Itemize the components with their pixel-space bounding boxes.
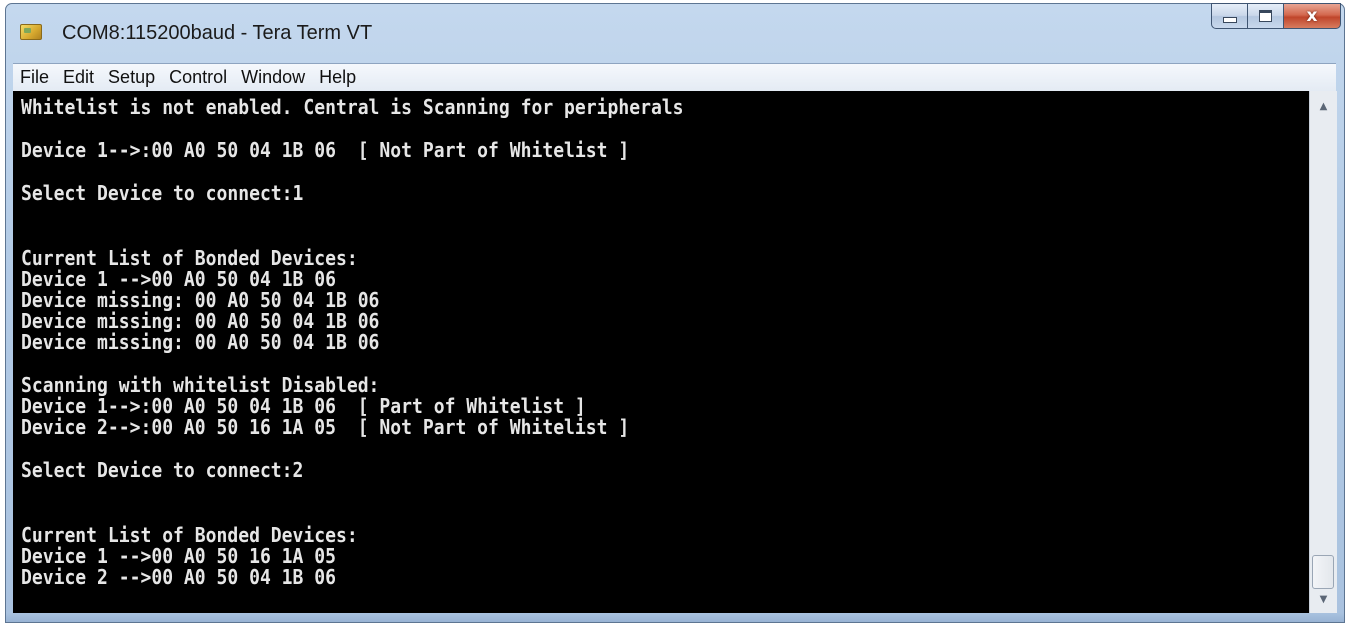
menu-setup[interactable]: Setup [101,67,162,88]
window-title: COM8:115200baud - Tera Term VT [62,22,373,44]
terminal-line: Device missing: 00 A0 50 04 1B 06 [21,330,380,354]
terminal-line: Whitelist is not enabled. Central is Sca… [21,95,684,119]
terminal-line: Select Device to connect:2 [21,458,304,482]
terminal-line: Device 2-->:00 A0 50 16 1A 05 [ Not Part… [21,415,630,439]
window-bottom-border [6,613,1344,622]
terminal-output[interactable]: Whitelist is not enabled. Central is Sca… [13,91,1309,614]
terminal-lines: Whitelist is not enabled. Central is Sca… [21,97,774,588]
terminal-line: Device 1-->:00 A0 50 04 1B 06 [ Part of … [21,394,586,418]
title-bar[interactable]: COM8:115200baud - Tera Term VT x [6,3,1344,58]
tera-term-app-icon[interactable] [20,24,42,40]
menu-help[interactable]: Help [312,67,363,88]
menu-file[interactable]: File [13,67,56,88]
terminal-line: Select Device to connect:1 [21,181,304,205]
menu-edit[interactable]: Edit [56,67,101,88]
terminal-line: Device 2 -->00 A0 50 04 1B 06 [21,565,336,589]
terminal-line: Device 1 -->00 A0 50 16 1A 05 [21,544,336,568]
vertical-scrollbar[interactable]: ▲ ▼ [1309,91,1337,614]
menu-bar: File Edit Setup Control Window Help [13,63,1336,91]
close-icon: x [1306,5,1318,26]
close-button[interactable]: x [1283,3,1341,29]
maximize-icon [1259,10,1272,22]
terminal-line: Current List of Bonded Devices: [21,246,358,270]
terminal-line: Device 1 -->00 A0 50 04 1B 06 [21,267,336,291]
terminal-line: Device missing: 00 A0 50 04 1B 06 [21,288,380,312]
minimize-button[interactable] [1211,3,1247,29]
terminal-line: Device 1-->:00 A0 50 04 1B 06 [ Not Part… [21,138,630,162]
terminal-line: Device missing: 00 A0 50 04 1B 06 [21,309,380,333]
terminal-line: Current List of Bonded Devices: [21,523,358,547]
maximize-button[interactable] [1247,3,1283,29]
terminal-line: Scanning with whitelist Disabled: [21,373,380,397]
menu-control[interactable]: Control [162,67,234,88]
scroll-down-arrow-icon[interactable]: ▼ [1310,588,1337,610]
menu-window[interactable]: Window [234,67,312,88]
tera-term-window: COM8:115200baud - Tera Term VT x File Ed… [5,3,1345,623]
caption-buttons: x [1211,3,1341,29]
scroll-up-arrow-icon[interactable]: ▲ [1310,95,1337,117]
scrollbar-thumb[interactable] [1312,555,1334,589]
minimize-icon [1222,17,1237,23]
